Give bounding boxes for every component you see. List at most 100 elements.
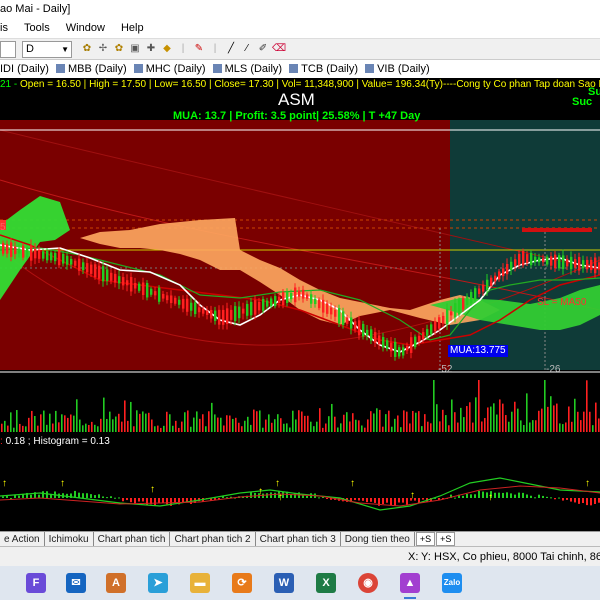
candle-body	[254, 300, 257, 315]
volume-bar	[376, 408, 378, 432]
candle-body	[482, 284, 485, 292]
histogram-bar	[530, 495, 532, 498]
chart-icon	[55, 64, 65, 73]
histogram-bar	[82, 493, 84, 498]
menu-item-window[interactable]: Window	[66, 18, 105, 38]
telegram-icon[interactable]: ➤	[148, 573, 168, 593]
candle-body	[398, 347, 401, 357]
volume-bar	[481, 421, 483, 432]
volume-bar	[25, 426, 27, 432]
volume-bar	[409, 423, 411, 432]
sheet-nav-prev[interactable]: +S	[415, 532, 436, 546]
pen-color-icon[interactable]: ✎	[192, 42, 206, 56]
brush-icon[interactable]: ✐	[256, 42, 270, 56]
volume-bar	[124, 400, 126, 432]
zalo-icon[interactable]: Zalo	[442, 573, 462, 593]
symbol-tab-mhc[interactable]: MHC (Daily)	[146, 60, 206, 78]
tag-icon[interactable]: ◆	[160, 42, 174, 56]
candle-body	[66, 255, 69, 265]
volume-bar	[442, 409, 444, 432]
candle-body	[378, 335, 381, 345]
menu-item-help[interactable]: Help	[121, 18, 144, 38]
volume-bar	[322, 427, 324, 432]
zoom-icon[interactable]: ▣	[128, 42, 142, 56]
candle-body	[182, 298, 185, 309]
sheet-tab-chart-phan-tich[interactable]: Chart phan tich	[94, 532, 171, 546]
indicator-icon[interactable]: ✿	[112, 42, 126, 56]
excel-icon[interactable]: X	[316, 573, 336, 593]
symbol-tabs: IDI (Daily) MBB (Daily) MHC (Daily) MLS …	[0, 60, 600, 78]
histogram-bar	[162, 498, 164, 503]
volume-bar	[517, 408, 519, 432]
volume-bar	[511, 411, 513, 432]
candle-body	[134, 282, 137, 289]
symbol-select[interactable]	[0, 41, 16, 58]
volume-bar	[214, 414, 216, 432]
histogram-bar	[582, 498, 584, 504]
candle-body	[534, 256, 537, 263]
mail-icon[interactable]: ✉	[66, 573, 86, 593]
volume-bar	[544, 380, 546, 432]
volume-bar	[514, 401, 516, 432]
candle-body	[554, 254, 557, 269]
candle-body	[270, 298, 273, 307]
candle-body	[558, 255, 561, 269]
info-value: Value= 196.34(Ty)	[361, 79, 443, 90]
volume-bar	[355, 419, 357, 432]
histogram-bar	[94, 495, 96, 498]
candle-body	[518, 253, 521, 266]
volume-bar	[370, 411, 372, 432]
app-window: { "window": { "title": "ao Mai - Daily]"…	[0, 0, 600, 600]
status-bar: X: Y: HSX, Co phieu, 8000 Tai chinh, 863…	[0, 546, 600, 566]
symbol-tab-vib[interactable]: VIB (Daily)	[377, 60, 430, 78]
settings-icon[interactable]: ✿	[80, 42, 94, 56]
sheet-tab-ichimoku[interactable]: Ichimoku	[45, 532, 94, 546]
period-select[interactable]: D ▼	[22, 41, 72, 58]
candle-body	[514, 259, 517, 267]
candle-body	[242, 308, 245, 314]
histogram-bar	[510, 493, 512, 498]
volume-bar	[490, 406, 492, 432]
sheet-nav-next[interactable]: +S	[436, 532, 456, 546]
magnet-icon[interactable]: ✚	[144, 42, 158, 56]
volume-bar	[589, 411, 591, 432]
symbol-tab-mbb[interactable]: MBB (Daily)	[68, 60, 127, 78]
volume-bar	[583, 411, 585, 432]
symbol-tab-mls[interactable]: MLS (Daily)	[225, 60, 282, 78]
crosshair-icon[interactable]: ✢	[96, 42, 110, 56]
symbol-tab-tcb[interactable]: TCB (Daily)	[301, 60, 358, 78]
app-icon-3[interactable]: A	[106, 573, 126, 593]
trend-tool-icon[interactable]: ⁄	[240, 42, 254, 56]
file-explorer-icon[interactable]: ▬	[190, 573, 210, 593]
histogram-bar	[366, 498, 368, 503]
volume-bar	[127, 420, 129, 432]
menu-item-analysis[interactable]: is	[0, 18, 8, 38]
status-y: Y:	[421, 551, 431, 563]
histogram-bar	[90, 494, 92, 498]
line-tool-icon[interactable]: ╱	[224, 42, 238, 56]
price-chart[interactable]	[0, 120, 600, 378]
volume-bar	[265, 419, 267, 432]
menu-item-tools[interactable]: Tools	[24, 18, 50, 38]
word-icon[interactable]: W	[274, 573, 294, 593]
app-icon-1[interactable]: F	[26, 573, 46, 593]
symbol-tab-idi[interactable]: IDI (Daily)	[0, 60, 49, 78]
candle-body	[218, 309, 221, 325]
chrome-icon[interactable]: ◉	[358, 573, 378, 593]
volume-bar	[568, 406, 570, 432]
sheet-tab-chart-phan-tich-2[interactable]: Chart phan tich 2	[170, 532, 256, 546]
volume-bar	[202, 414, 204, 432]
eraser-icon[interactable]: ⌫	[272, 42, 286, 56]
divider-icon: |	[181, 43, 185, 54]
candle-body	[306, 294, 309, 299]
chart-icon	[365, 64, 375, 73]
histogram-bar	[302, 495, 304, 498]
amibroker-icon[interactable]: ▲	[400, 573, 420, 599]
histogram-bar	[390, 498, 392, 506]
app-icon-6[interactable]: ⟳	[232, 573, 252, 593]
volume-bar	[487, 407, 489, 432]
candle-body	[470, 292, 473, 304]
sheet-tab-dong-tien[interactable]: Dong tien theo	[341, 532, 415, 546]
sheet-tab-action[interactable]: e Action	[0, 532, 45, 546]
sheet-tab-chart-phan-tich-3[interactable]: Chart phan tich 3	[256, 532, 341, 546]
